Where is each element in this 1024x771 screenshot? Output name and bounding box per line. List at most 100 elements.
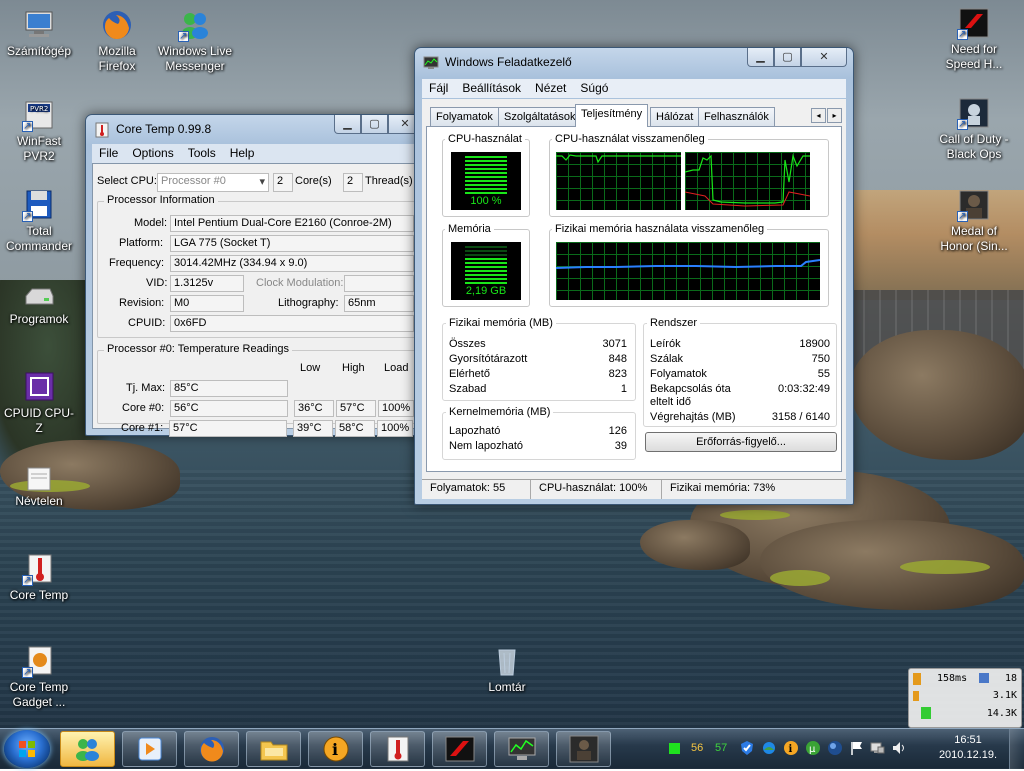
kernel-mem-row: Nem lapozható 39: [449, 440, 627, 452]
taskmanager-titlebar[interactable]: Windows Feladatkezelő ▁ ▢ ✕: [415, 48, 853, 76]
clock[interactable]: 16:51 2010.12.19.: [935, 733, 1001, 763]
status-processes: Folyamatok: 55: [422, 480, 531, 499]
taskbar-explorer[interactable]: [246, 731, 301, 767]
menu-file[interactable]: File: [92, 144, 125, 163]
menu-view[interactable]: Nézet: [528, 79, 573, 98]
desktop-icon-label: Számítógép: [6, 44, 72, 58]
system-commit-label: Végrehajtás (MB): [650, 411, 736, 423]
desktop-icon-winfast[interactable]: PVR2 WinFast PVR2: [1, 98, 77, 164]
gadget-count: 18: [1004, 673, 1017, 684]
tab-processes[interactable]: Folyamatok: [430, 107, 499, 126]
shortcut-arrow-icon: [22, 573, 33, 588]
taskbar-info[interactable]: i: [308, 731, 363, 767]
network-icon[interactable]: [869, 740, 885, 756]
close-button[interactable]: ✕: [801, 48, 847, 67]
desktop-icon-cpuz[interactable]: CPUID CPU-Z: [1, 370, 77, 436]
taskbar-taskmanager[interactable]: [494, 731, 549, 767]
utorrent-icon[interactable]: µ: [805, 740, 821, 756]
desktop-icon-cod[interactable]: Call of Duty - Black Ops: [936, 96, 1012, 162]
phys-mem-free-label: Szabad: [449, 383, 487, 395]
taskbar-nfs[interactable]: [432, 731, 487, 767]
system-uptime-label-2: eltelt idő: [650, 396, 691, 408]
info-icon[interactable]: i: [783, 740, 799, 756]
desktop-icon-total-commander[interactable]: Total Commander: [1, 188, 77, 254]
desktop-icon-label: Call of Duty - Black Ops: [939, 132, 1009, 161]
menu-help[interactable]: Súgó: [573, 79, 615, 98]
menu-options[interactable]: Beállítások: [455, 79, 528, 98]
desktop-icon-recycle-bin[interactable]: Lomtár: [469, 644, 545, 695]
taskbar-coretemp[interactable]: [370, 731, 425, 767]
menu-help[interactable]: Help: [223, 144, 262, 163]
meter-segment: [465, 270, 507, 272]
desktop-icon-computer[interactable]: Számítógép: [1, 8, 77, 59]
recycle-bin-icon: [490, 644, 524, 678]
meter-segment: [465, 192, 507, 194]
taskbar-media-player[interactable]: [122, 731, 177, 767]
tab-scroll-left-icon[interactable]: ◂: [811, 108, 826, 123]
desktop-icon-label: CPUID CPU-Z: [3, 406, 74, 435]
desktop-icon-label: Lomtár: [488, 680, 526, 694]
moh-icon: [957, 188, 991, 224]
desktop-icon-moh[interactable]: Medal of Honor (Sin...: [936, 188, 1012, 254]
desktop-icon-messenger[interactable]: Windows Live Messenger: [156, 8, 234, 74]
maximize-button[interactable]: ▢: [361, 115, 388, 134]
taskbar-game[interactable]: [556, 731, 611, 767]
menu-options[interactable]: Options: [125, 144, 180, 163]
status-square-icon[interactable]: [669, 743, 680, 754]
tab-scroll-right-icon[interactable]: ▸: [827, 108, 842, 123]
taskbar-firefox[interactable]: [184, 731, 239, 767]
volume-icon[interactable]: [891, 740, 907, 756]
cpu-usage-title: CPU-használat: [445, 133, 525, 145]
coretemp-titlebar[interactable]: Core Temp 0.99.8 ▁ ▢ ✕: [86, 115, 428, 143]
wallpaper-rock: [850, 330, 1024, 460]
shield-check-icon[interactable]: [739, 740, 755, 756]
window-controls: ▁ ▢ ✕: [334, 115, 422, 134]
tab-users[interactable]: Felhasználók: [698, 107, 775, 126]
memory-bars: [465, 246, 507, 284]
phys-mem-cached-label: Gyorsítótárazott: [449, 353, 528, 365]
computer-icon: [22, 8, 56, 42]
window-controls: ▁ ▢ ✕: [747, 48, 847, 67]
taskmanager-statusbar: Folyamatok: 55 CPU-használat: 100% Fizik…: [422, 479, 846, 499]
memory-history-panel: Fizikai memória használata visszamenőleg: [549, 223, 829, 307]
cores-count: 2: [273, 173, 293, 192]
sphere-icon[interactable]: [827, 740, 843, 756]
kernel-nonpaged-value: 39: [614, 440, 627, 452]
tjmax-label: Tj. Max:: [126, 382, 166, 394]
vid-value: 1.3125v: [170, 275, 244, 292]
meter-segment: [465, 282, 507, 284]
minimize-button[interactable]: ▁: [334, 115, 361, 134]
maximize-button[interactable]: ▢: [774, 48, 801, 67]
system-uptime-value: 0:03:32:49: [778, 383, 830, 395]
desktop-icon-label: Medal of Honor (Sin...: [940, 224, 1008, 253]
select-cpu-dropdown[interactable]: Processor #0 ▾: [157, 173, 269, 192]
show-desktop-button[interactable]: [1009, 729, 1024, 769]
network-globe-icon[interactable]: [761, 740, 777, 756]
taskbar-messenger[interactable]: [60, 731, 115, 767]
resource-monitor-button[interactable]: Erőforrás-figyelő...: [645, 432, 837, 452]
desktop-icon-nfs[interactable]: Need for Speed H...: [936, 6, 1012, 72]
taskmanager-menubar: Fájl Beállítások Nézet Súgó: [422, 79, 846, 98]
tab-performance[interactable]: Teljesítmény: [575, 104, 649, 127]
menu-file[interactable]: Fájl: [422, 79, 455, 98]
meter-segment: [465, 180, 507, 182]
desktop-icon-firefox[interactable]: Mozilla Firefox: [79, 8, 155, 74]
tab-networking[interactable]: Hálózat: [650, 107, 700, 126]
gadget-down: 3.1K: [992, 690, 1017, 701]
network-gadget[interactable]: 158ms 18 3.1K 14.3K: [908, 668, 1022, 728]
action-center-flag-icon[interactable]: [849, 740, 865, 756]
start-button[interactable]: [4, 730, 50, 768]
meter-segment: [465, 184, 507, 186]
desktop-icon-coretemp[interactable]: Core Temp: [1, 552, 77, 603]
kernel-memory-panel: Kernelmemória (MB) Lapozható 126 Nem lapo…: [442, 406, 636, 460]
minimize-button[interactable]: ▁: [747, 48, 774, 67]
desktop-icon-untitled[interactable]: Névtelen: [1, 466, 77, 509]
desktop-icon-programs[interactable]: Programok: [1, 284, 77, 327]
menu-tools[interactable]: Tools: [181, 144, 223, 163]
select-cpu-value: Processor #0: [161, 175, 226, 187]
desktop-icon-coretemp-gadget[interactable]: Core Temp Gadget ...: [1, 644, 77, 710]
meter-segment: [465, 258, 507, 260]
drive-icon: [22, 284, 56, 310]
taskmanager-client: Folyamatok Szolgáltatások Teljesítmény H…: [422, 99, 846, 479]
tab-services[interactable]: Szolgáltatások: [498, 107, 582, 126]
